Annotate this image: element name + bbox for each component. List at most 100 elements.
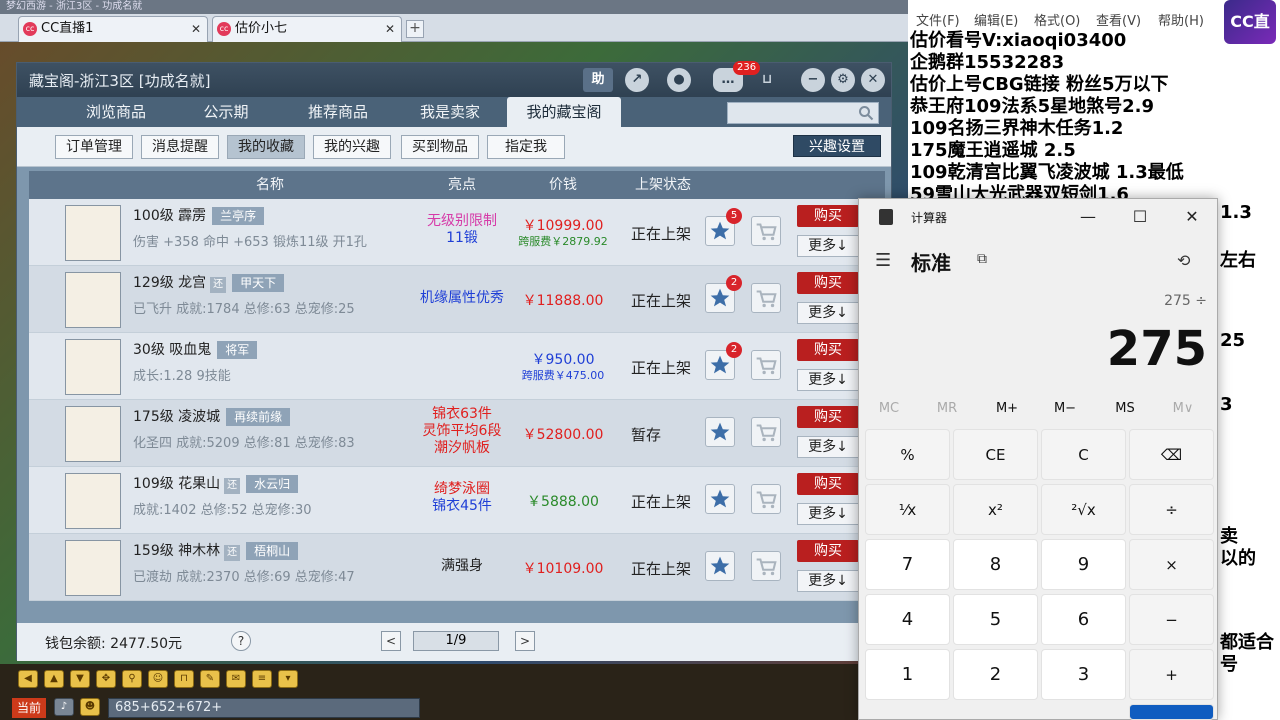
table-row[interactable]: 109级 花果山还水云归 成就:1402 总修:52 总宠修:30 绮梦泳圈 锦衣… bbox=[29, 467, 885, 534]
buy-button[interactable]: 购买 bbox=[797, 339, 859, 361]
buy-button[interactable]: 购买 bbox=[797, 272, 859, 294]
memory-store-button[interactable]: MS bbox=[1095, 401, 1155, 416]
item-avatar[interactable] bbox=[65, 406, 121, 462]
memory-add-button[interactable]: M+ bbox=[977, 401, 1037, 416]
item-avatar[interactable] bbox=[65, 272, 121, 328]
browser-tab-cc-live[interactable]: cc CC直播1 ✕ bbox=[18, 16, 208, 42]
item-avatar[interactable] bbox=[65, 205, 121, 261]
digit-2-button[interactable]: 2 bbox=[953, 649, 1038, 700]
subtab-interests[interactable]: 我的兴趣 bbox=[313, 135, 391, 159]
digit-7-button[interactable]: 7 bbox=[865, 539, 950, 590]
browser-tab-valuation[interactable]: cc 估价小七 ✕ bbox=[212, 16, 402, 42]
arrow-left-icon[interactable]: ◀ bbox=[18, 670, 38, 688]
clear-entry-button[interactable]: CE bbox=[953, 429, 1038, 480]
add-to-cart-button[interactable] bbox=[751, 417, 781, 447]
favorite-star-button[interactable] bbox=[705, 417, 735, 447]
square-button[interactable]: x² bbox=[953, 484, 1038, 535]
tab-my-treasure[interactable]: 我的藏宝阁 bbox=[507, 97, 621, 127]
menu-edit[interactable]: 编辑(E) bbox=[974, 10, 1018, 29]
arrow-up-icon[interactable]: ▲ bbox=[44, 670, 64, 688]
subtab-assigned[interactable]: 指定我 bbox=[487, 135, 565, 159]
memory-list-button[interactable]: M∨ bbox=[1153, 401, 1213, 416]
brush-icon[interactable]: ✎ bbox=[200, 670, 220, 688]
reciprocal-button[interactable]: ¹⁄x bbox=[865, 484, 950, 535]
buy-button[interactable]: 购买 bbox=[797, 406, 859, 428]
keep-on-top-icon[interactable]: ⧉ bbox=[977, 251, 987, 267]
table-row[interactable]: 175级 凌波城 再续前缘 化圣四 成就:5209 总修:81 总宠修:83 锦衣… bbox=[29, 400, 885, 467]
more-button[interactable]: 更多↓ bbox=[797, 369, 859, 391]
favorite-star-button[interactable] bbox=[705, 551, 735, 581]
digit-3-button[interactable]: 3 bbox=[1041, 649, 1126, 700]
tab-browse[interactable]: 浏览商品 bbox=[61, 97, 171, 127]
more-button[interactable]: 更多↓ bbox=[797, 570, 859, 592]
search-input[interactable] bbox=[727, 102, 879, 124]
table-row[interactable]: 129级 龙宫还甲天下 已飞升 成就:1784 总修:63 总宠修:25 机缘属… bbox=[29, 266, 885, 333]
notepad-text[interactable]: 估价看号V:xiaoqi03400 企鹅群15532283 估价上号CBG链接 … bbox=[910, 30, 1280, 206]
new-tab-button[interactable]: + bbox=[406, 20, 424, 38]
emoji-icon[interactable]: ☻ bbox=[80, 698, 100, 716]
lock-icon[interactable]: ⊓ bbox=[174, 670, 194, 688]
dropdown-icon[interactable]: ▾ bbox=[278, 670, 298, 688]
subtab-purchased[interactable]: 买到物品 bbox=[401, 135, 479, 159]
interest-settings-button[interactable]: 兴趣设置 bbox=[793, 135, 881, 157]
help-button[interactable]: 助 bbox=[583, 68, 613, 92]
clear-button[interactable]: C bbox=[1041, 429, 1126, 480]
digit-1-button[interactable]: 1 bbox=[865, 649, 950, 700]
close-tab-icon[interactable]: ✕ bbox=[191, 17, 201, 41]
favorite-star-button[interactable] bbox=[705, 484, 735, 514]
add-to-cart-button[interactable] bbox=[751, 283, 781, 313]
chat-input[interactable]: 685+652+672+ bbox=[108, 698, 420, 718]
tab-public-period[interactable]: 公示期 bbox=[171, 97, 281, 127]
history-icon[interactable]: ⟲ bbox=[1177, 251, 1199, 273]
item-avatar[interactable] bbox=[65, 540, 121, 596]
more-button[interactable]: 更多↓ bbox=[797, 503, 859, 525]
document-icon[interactable]: ≡ bbox=[252, 670, 272, 688]
subtab-orders[interactable]: 订单管理 bbox=[55, 135, 133, 159]
item-avatar[interactable] bbox=[65, 339, 121, 395]
multiply-button[interactable]: × bbox=[1129, 539, 1214, 590]
digit-9-button[interactable]: 9 bbox=[1041, 539, 1126, 590]
menu-help[interactable]: 帮助(H) bbox=[1158, 10, 1204, 29]
digit-8-button[interactable]: 8 bbox=[953, 539, 1038, 590]
help-question-button[interactable]: ? bbox=[231, 631, 251, 651]
close-icon[interactable]: ✕ bbox=[861, 68, 885, 92]
add-to-cart-button[interactable] bbox=[751, 484, 781, 514]
backspace-button[interactable]: ⌫ bbox=[1129, 429, 1214, 480]
cart-icon[interactable]: ⊔ bbox=[755, 68, 779, 92]
add-to-cart-button[interactable] bbox=[751, 350, 781, 380]
buy-button[interactable]: 购买 bbox=[797, 540, 859, 562]
menu-file[interactable]: 文件(F) bbox=[916, 10, 960, 29]
zoom-icon[interactable]: ⚲ bbox=[122, 670, 142, 688]
prev-page-button[interactable]: < bbox=[381, 631, 401, 651]
close-tab-icon[interactable]: ✕ bbox=[385, 17, 395, 41]
add-button[interactable]: + bbox=[1129, 649, 1214, 700]
minimize-icon[interactable]: — bbox=[1073, 205, 1103, 229]
share-icon[interactable]: ↗ bbox=[625, 68, 649, 92]
search-icon[interactable] bbox=[858, 105, 874, 121]
digit-5-button[interactable]: 5 bbox=[953, 594, 1038, 645]
memory-clear-button[interactable]: MC bbox=[859, 401, 919, 416]
item-avatar[interactable] bbox=[65, 473, 121, 529]
tab-seller[interactable]: 我是卖家 bbox=[395, 97, 505, 127]
equals-button[interactable] bbox=[1129, 704, 1214, 720]
next-page-button[interactable]: > bbox=[515, 631, 535, 651]
menu-view[interactable]: 查看(V) bbox=[1096, 10, 1141, 29]
settings-icon[interactable]: ⚙ bbox=[831, 68, 855, 92]
table-row[interactable]: 100级 霹雳 兰亭序 伤害 +358 命中 +653 锻炼11级 开1孔 无级别… bbox=[29, 199, 885, 266]
add-to-cart-button[interactable] bbox=[751, 216, 781, 246]
record-icon[interactable]: ● bbox=[667, 68, 691, 92]
table-row[interactable]: 30级 吸血鬼 将军 成长:1.28 9技能 ￥950.00 跨服费￥475.00… bbox=[29, 333, 885, 400]
digit-6-button[interactable]: 6 bbox=[1041, 594, 1126, 645]
move-icon[interactable]: ✥ bbox=[96, 670, 116, 688]
table-row[interactable]: 159级 神木林还梧桐山 已渡劫 成就:2370 总修:69 总宠修:47 满强… bbox=[29, 534, 885, 601]
more-button[interactable]: 更多↓ bbox=[797, 436, 859, 458]
buy-button[interactable]: 购买 bbox=[797, 473, 859, 495]
percent-button[interactable]: % bbox=[865, 429, 950, 480]
memory-subtract-button[interactable]: M− bbox=[1035, 401, 1095, 416]
subtract-button[interactable]: − bbox=[1129, 594, 1214, 645]
hamburger-menu-icon[interactable]: ☰ bbox=[875, 251, 895, 271]
digit-4-button[interactable]: 4 bbox=[865, 594, 950, 645]
add-to-cart-button[interactable] bbox=[751, 551, 781, 581]
microphone-icon[interactable]: ♪ bbox=[54, 698, 74, 716]
memory-recall-button[interactable]: MR bbox=[917, 401, 977, 416]
